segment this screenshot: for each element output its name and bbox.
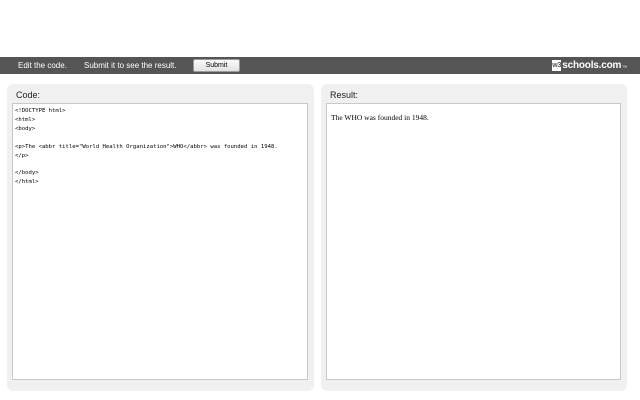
w3schools-logo[interactable]: w3 schools.com ™	[552, 59, 627, 72]
logo-trademark: ™	[622, 65, 627, 71]
code-line: <body>	[15, 125, 36, 132]
code-line: <p>The <abbr title="World Health Organiz…	[15, 143, 278, 150]
code-line: </html>	[15, 179, 39, 186]
result-panel-title: Result:	[330, 90, 359, 100]
top-blank-area	[0, 0, 640, 57]
code-editor[interactable]: <!DOCTYPE html> <html> <body> <p>The <ab…	[12, 103, 308, 380]
code-line: </p>	[15, 152, 29, 159]
code-line: </body>	[15, 170, 39, 177]
code-textarea[interactable]: <!DOCTYPE html> <html> <body> <p>The <ab…	[13, 104, 307, 190]
result-paragraph: The WHO was founded in 1948.	[331, 113, 429, 122]
code-panel-title: Code:	[16, 90, 41, 100]
code-line: <html>	[15, 116, 36, 123]
submit-hint: Submit it to see the result.	[84, 61, 177, 70]
code-panel: Code: <!DOCTYPE html> <html> <body> <p>T…	[7, 84, 314, 391]
toolbar: Edit the code. Submit it to see the resu…	[0, 57, 640, 74]
submit-button[interactable]: Submit	[193, 59, 240, 72]
edit-hint: Edit the code.	[18, 61, 67, 70]
w3-logo-icon: w3	[552, 60, 562, 71]
code-line: <!DOCTYPE html>	[15, 108, 66, 114]
logo-text: schools.com	[562, 60, 622, 71]
result-panel: Result: The WHO was founded in 1948.	[321, 84, 627, 391]
result-frame: The WHO was founded in 1948.	[326, 103, 621, 380]
